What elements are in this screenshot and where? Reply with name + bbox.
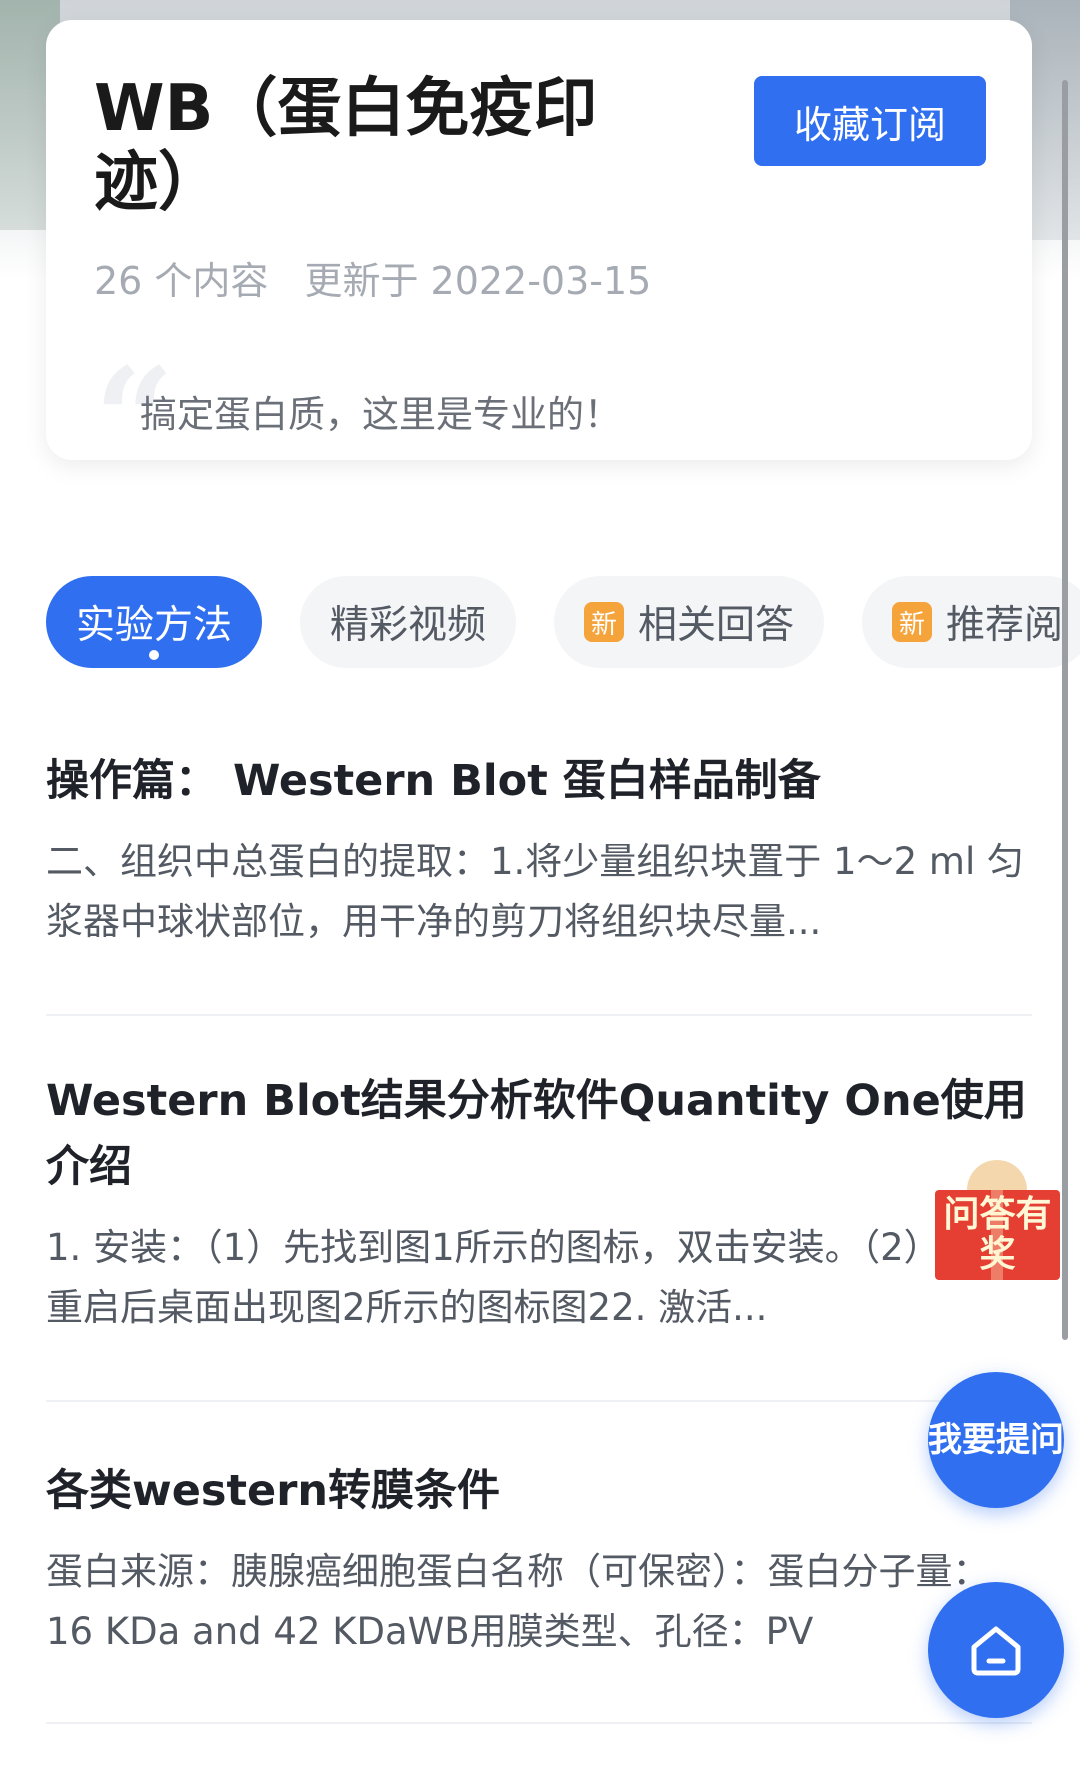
tab-recommended[interactable]: 新 推荐阅 (862, 576, 1080, 668)
content-count: 26 个内容 (94, 259, 269, 303)
article-item[interactable]: Western Blot结果分析软件Quantity One使用介绍 1. 安装… (46, 1068, 1032, 1338)
topic-meta: 26 个内容 更新于 2022-03-15 (94, 250, 651, 305)
article-snippet: 1. 安装：（1）先找到图1所示的图标，双击安装。（2）系统重启后桌面出现图2所… (46, 1226, 1015, 1329)
tab-videos[interactable]: 精彩视频 (300, 576, 517, 668)
active-indicator-dot (149, 650, 159, 660)
article-item[interactable]: 各类western转膜条件 蛋白来源：胰腺癌细胞蛋白名称（可保密）：蛋白分子量：… (46, 1458, 1032, 1662)
tab-bar: 实验方法 精彩视频 新 相关回答 新 推荐阅 (46, 576, 1080, 668)
new-badge: 新 (892, 602, 933, 642)
divider (46, 1722, 1032, 1724)
tab-label: 推荐阅 (946, 603, 1064, 648)
article-title[interactable]: 各类western转膜条件 (46, 1458, 1032, 1524)
divider (46, 1014, 1032, 1016)
article-snippet: 蛋白来源：胰腺癌细胞蛋白名称（可保密）：蛋白分子量：16 KDa and 42 … (46, 1550, 990, 1653)
page-title: WB（蛋白免疫印迹） (94, 72, 598, 220)
article-item[interactable]: 操作篇： Western Blot 蛋白样品制备 二、组织中总蛋白的提取：1.将… (46, 748, 1032, 952)
divider (46, 1400, 1032, 1402)
ask-question-button[interactable]: 我要提问 (928, 1372, 1064, 1508)
tab-label: 相关回答 (638, 603, 795, 648)
tab-label: 实验方法 (76, 603, 233, 648)
tab-label: 精彩视频 (330, 603, 487, 648)
article-title[interactable]: 操作篇： Western Blot 蛋白样品制备 (46, 748, 1032, 814)
subscribe-button[interactable]: 收藏订阅 (754, 76, 986, 166)
home-button[interactable] (928, 1582, 1064, 1718)
scrollbar[interactable] (1062, 80, 1068, 1340)
topic-header-card: WB（蛋白免疫印迹） 收藏订阅 26 个内容 更新于 2022-03-15 “ … (46, 20, 1032, 490)
updated-date: 更新于 2022-03-15 (304, 259, 652, 303)
quote-text: 搞定蛋白质，这里是专业的！ (140, 393, 621, 436)
qa-reward-gift[interactable]: 问答有奖 (935, 1160, 1060, 1280)
article-snippet: 二、组织中总蛋白的提取：1.将少量组织块置于 1～2 ml 匀浆器中球状部位，用… (46, 840, 1024, 943)
new-badge: 新 (584, 602, 625, 642)
tab-answers[interactable]: 新 相关回答 (554, 576, 825, 668)
gift-ribbon (991, 1190, 1003, 1280)
article-title[interactable]: Western Blot结果分析软件Quantity One使用介绍 (46, 1068, 1032, 1200)
home-icon (964, 1617, 1028, 1684)
tab-methods[interactable]: 实验方法 (46, 576, 263, 668)
